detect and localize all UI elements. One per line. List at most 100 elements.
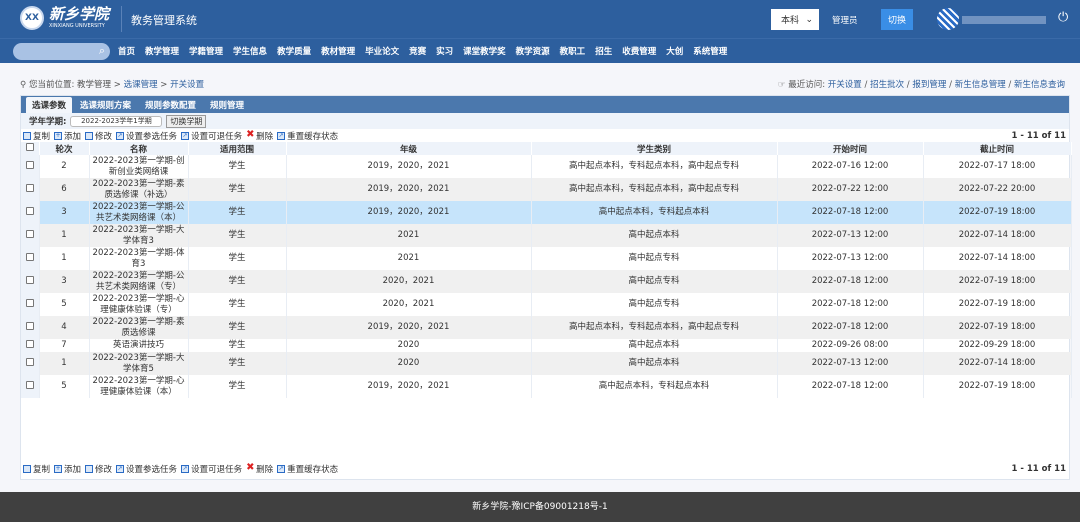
set-select-label: 设置参选任务: [126, 464, 178, 475]
switch-button[interactable]: 切换: [881, 9, 913, 30]
recent-link[interactable]: 报到管理: [912, 80, 946, 90]
nav-item[interactable]: 学籍管理: [189, 45, 223, 57]
col-grade[interactable]: 年级: [286, 142, 532, 155]
tab-rule-plan[interactable]: 选课规则方案: [74, 97, 137, 113]
select-all-checkbox[interactable]: [21, 142, 40, 155]
breadcrumb-item[interactable]: 开关设置: [170, 80, 204, 90]
nav-item[interactable]: 教学管理: [145, 45, 179, 57]
recent-link[interactable]: 招生批次: [870, 80, 904, 90]
cell-name: 2022-2023第一学期-体育3: [89, 247, 189, 270]
recent-link[interactable]: 新生信息查询: [1014, 80, 1065, 90]
tab-rule-management[interactable]: 规则管理: [204, 97, 250, 113]
edit-button[interactable]: 修改: [85, 463, 112, 475]
delete-icon: ✖: [246, 461, 255, 473]
add-button[interactable]: + 添加: [54, 463, 81, 475]
cell-start-time: 2022-07-18 12:00: [777, 316, 924, 339]
cell-student-type: 高中起点专科: [531, 270, 778, 293]
nav-item[interactable]: 系统管理: [693, 45, 727, 57]
nav-item[interactable]: 教职工: [560, 45, 586, 57]
link-icon: ↗: [181, 131, 190, 140]
row-checkbox[interactable]: [21, 352, 40, 375]
set-drop-task-button[interactable]: ↗ 设置可退任务: [181, 130, 242, 142]
row-checkbox[interactable]: [21, 178, 40, 201]
table-row[interactable]: 4 2022-2023第一学期-素质选修课 学生 2019，2020，2021 高中起点…: [21, 316, 1072, 339]
table-row[interactable]: 6 2022-2023第一学期-素质选修课（补选） 学生 2019，2020，2021…: [21, 178, 1072, 201]
cell-round: 7: [39, 339, 90, 352]
copy-button[interactable]: 复制: [23, 130, 50, 142]
breadcrumb-item[interactable]: 选课管理: [124, 80, 158, 90]
nav-item[interactable]: 学生信息: [233, 45, 267, 57]
level-select[interactable]: 本科 ⌄: [771, 9, 819, 30]
power-icon[interactable]: ⏻: [1058, 10, 1068, 25]
table-row[interactable]: 7 英语演讲技巧 学生 2020 高中起点本科 2022-09-26 08:00 2022-…: [21, 339, 1072, 352]
recent-link[interactable]: 新生信息管理: [955, 80, 1006, 90]
col-scope[interactable]: 适用范围: [188, 142, 287, 155]
col-student-type[interactable]: 学生类别: [531, 142, 778, 155]
col-round[interactable]: 轮次: [39, 142, 90, 155]
row-checkbox[interactable]: [21, 270, 40, 293]
tab-rule-param-config[interactable]: 规则参数配置: [139, 97, 202, 113]
cell-end-time: 2022-07-19 18:00: [923, 375, 1072, 398]
table-row[interactable]: 1 2022-2023第一学期-大学体育3 学生 2021 高中起点本科 2022-07-…: [21, 224, 1072, 247]
nav-item[interactable]: 教学质量: [277, 45, 311, 57]
row-checkbox[interactable]: [21, 201, 40, 224]
col-name[interactable]: 名称: [89, 142, 189, 155]
add-icon: +: [54, 131, 63, 140]
nav-item[interactable]: 实习: [436, 45, 453, 57]
nav-item[interactable]: 收费管理: [622, 45, 656, 57]
col-start-time[interactable]: 开始时间: [777, 142, 924, 155]
table-row[interactable]: 5 2022-2023第一学期-心理健康体验课（专） 学生 2020，2021 高中起点…: [21, 293, 1072, 316]
reset-cache-button[interactable]: ↗ 重置缓存状态: [277, 130, 338, 142]
table-row[interactable]: 5 2022-2023第一学期-心理健康体验课（本） 学生 2019，2020，202…: [21, 375, 1072, 398]
cell-end-time: 2022-07-14 18:00: [923, 224, 1072, 247]
row-checkbox[interactable]: [21, 375, 40, 398]
username-blurred: [962, 16, 1046, 24]
delete-button[interactable]: ✖ 删除: [246, 128, 273, 142]
set-drop-task-button[interactable]: ↗ 设置可退任务: [181, 463, 242, 475]
nav-item[interactable]: 毕业论文: [365, 45, 399, 57]
nav-item[interactable]: 竞赛: [409, 45, 426, 57]
pagination-info: 1 - 11 of 11: [1011, 463, 1066, 474]
nav-item[interactable]: 大创: [666, 45, 683, 57]
row-checkbox[interactable]: [21, 224, 40, 247]
set-select-task-button[interactable]: ↗ 设置参选任务: [116, 463, 177, 475]
cell-round: 5: [39, 293, 90, 316]
copy-button[interactable]: 复制: [23, 463, 50, 475]
switch-semester-button[interactable]: 切换学期: [166, 114, 207, 128]
delete-icon: ✖: [246, 128, 255, 140]
nav-item[interactable]: 首页: [118, 45, 135, 57]
add-button[interactable]: + 添加: [54, 130, 81, 142]
edit-icon: [85, 131, 94, 140]
nav-item[interactable]: 招生: [595, 45, 612, 57]
search-icon[interactable]: ⌕: [99, 44, 105, 58]
row-checkbox[interactable]: [21, 316, 40, 339]
row-checkbox[interactable]: [21, 339, 40, 352]
row-checkbox[interactable]: [21, 155, 40, 178]
table-row[interactable]: 3 2022-2023第一学期-公共艺术类网络课（本） 学生 2019，2020，20…: [21, 201, 1072, 224]
nav-item[interactable]: 教学资源: [516, 45, 550, 57]
edit-button[interactable]: 修改: [85, 130, 112, 142]
semester-input[interactable]: 2022-2023学年1学期: [70, 115, 163, 127]
reset-cache-button[interactable]: ↗ 重置缓存状态: [277, 463, 338, 475]
set-select-task-button[interactable]: ↗ 设置参选任务: [116, 130, 177, 142]
tab-course-params[interactable]: 选课参数: [26, 97, 73, 113]
cell-start-time: 2022-07-18 12:00: [777, 293, 924, 316]
cell-student-type: 高中起点本科: [531, 352, 778, 375]
recent-link[interactable]: 开关设置: [828, 80, 862, 90]
table-row[interactable]: 1 2022-2023第一学期-体育3 学生 2021 高中起点专科 2022-07-13…: [21, 247, 1072, 270]
cell-start-time: 2022-07-13 12:00: [777, 224, 924, 247]
row-checkbox[interactable]: [21, 247, 40, 270]
delete-button[interactable]: ✖ 删除: [246, 461, 273, 475]
reset-label: 重置缓存状态: [287, 131, 339, 142]
search-input[interactable]: ⌕: [13, 42, 110, 60]
table-row[interactable]: 1 2022-2023第一学期-大学体育5 学生 2020 高中起点本科 2022-07-…: [21, 352, 1072, 375]
row-checkbox[interactable]: [21, 293, 40, 316]
table-row[interactable]: 3 2022-2023第一学期-公共艺术类网络课（专） 学生 2020，2021 高中起…: [21, 270, 1072, 293]
breadcrumb-item[interactable]: 教学管理: [77, 80, 111, 90]
nav-item[interactable]: 课堂教学奖: [463, 45, 506, 57]
table-row[interactable]: 2 2022-2023第一学期-创新创业类网络课 学生 2019，2020，2021 高…: [21, 155, 1072, 178]
avatar[interactable]: [937, 8, 959, 30]
nav-item[interactable]: 教材管理: [321, 45, 355, 57]
col-end-time[interactable]: 截止时间: [923, 142, 1072, 155]
recent-visits: ☞ 最近访问: 开关设置 / 招生批次 / 报到管理 / 新生信息管理 / 新生…: [777, 80, 1065, 90]
